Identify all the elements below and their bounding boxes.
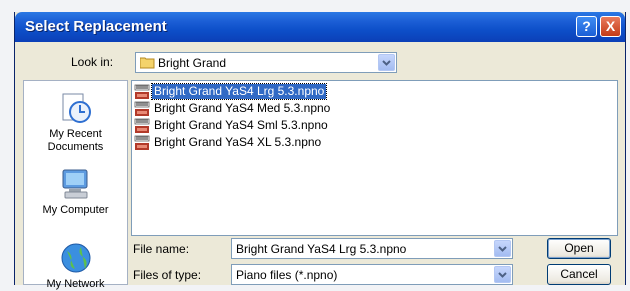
files-of-type-value: Piano files (*.npno)	[236, 268, 338, 282]
npno-file-icon	[134, 118, 150, 134]
network-globe-icon	[59, 241, 93, 275]
files-of-type-label: Files of type:	[133, 268, 202, 282]
files-of-type-select[interactable]: Piano files (*.npno)	[231, 264, 513, 285]
file-name-input[interactable]: Bright Grand YaS4 Lrg 5.3.npno	[231, 238, 513, 259]
place-my-computer[interactable]: My Computer	[24, 167, 127, 217]
place-my-recent-documents[interactable]: My Recent Documents	[24, 91, 127, 154]
help-button[interactable]: ?	[576, 16, 597, 37]
place-label-recent: My Recent Documents	[47, 128, 104, 153]
npno-file-icon	[134, 84, 150, 100]
look-in-label: Look in:	[71, 55, 114, 69]
file-name: Bright Grand YaS4 Lrg 5.3.npno	[150, 83, 328, 100]
file-name-value: Bright Grand YaS4 Lrg 5.3.npno	[236, 242, 407, 256]
file-item[interactable]: Bright Grand YaS4 Lrg 5.3.npno	[134, 83, 328, 100]
file-list[interactable]: Bright Grand YaS4 Lrg 5.3.npno Bright Gr…	[131, 80, 618, 236]
place-my-network[interactable]: My Network	[24, 241, 127, 291]
chevron-down-icon[interactable]	[494, 240, 511, 257]
look-in-combo[interactable]: Bright Grand	[135, 52, 397, 73]
places-bar: My Recent Documents My Computer My Netwo…	[23, 80, 128, 290]
file-item[interactable]: Bright Grand YaS4 Sml 5.3.npno	[134, 117, 330, 134]
file-item[interactable]: Bright Grand YaS4 XL 5.3.npno	[134, 134, 323, 151]
close-button[interactable]: X	[600, 16, 621, 37]
npno-file-icon	[134, 135, 150, 151]
title-bar[interactable]: Select Replacement ? X	[15, 12, 625, 42]
file-name-label: File name:	[133, 242, 190, 256]
select-replacement-dialog: Select Replacement ? X Look in: Bright G…	[14, 12, 626, 290]
look-in-value: Bright Grand	[158, 56, 227, 70]
chevron-down-icon[interactable]	[378, 54, 395, 71]
file-name: Bright Grand YaS4 Sml 5.3.npno	[154, 118, 328, 132]
npno-file-icon	[134, 101, 150, 117]
place-label-computer: My Computer	[42, 204, 109, 216]
folder-icon	[139, 56, 155, 72]
computer-icon	[59, 167, 93, 201]
window-title: Select Replacement	[25, 18, 167, 35]
open-button[interactable]: Open	[547, 238, 611, 259]
file-name: Bright Grand YaS4 Med 5.3.npno	[154, 101, 331, 115]
file-item[interactable]: Bright Grand YaS4 Med 5.3.npno	[134, 100, 332, 117]
recent-documents-icon	[59, 91, 93, 125]
cancel-button[interactable]: Cancel	[547, 264, 611, 285]
file-name: Bright Grand YaS4 XL 5.3.npno	[154, 135, 322, 149]
chevron-down-icon[interactable]	[494, 266, 511, 283]
